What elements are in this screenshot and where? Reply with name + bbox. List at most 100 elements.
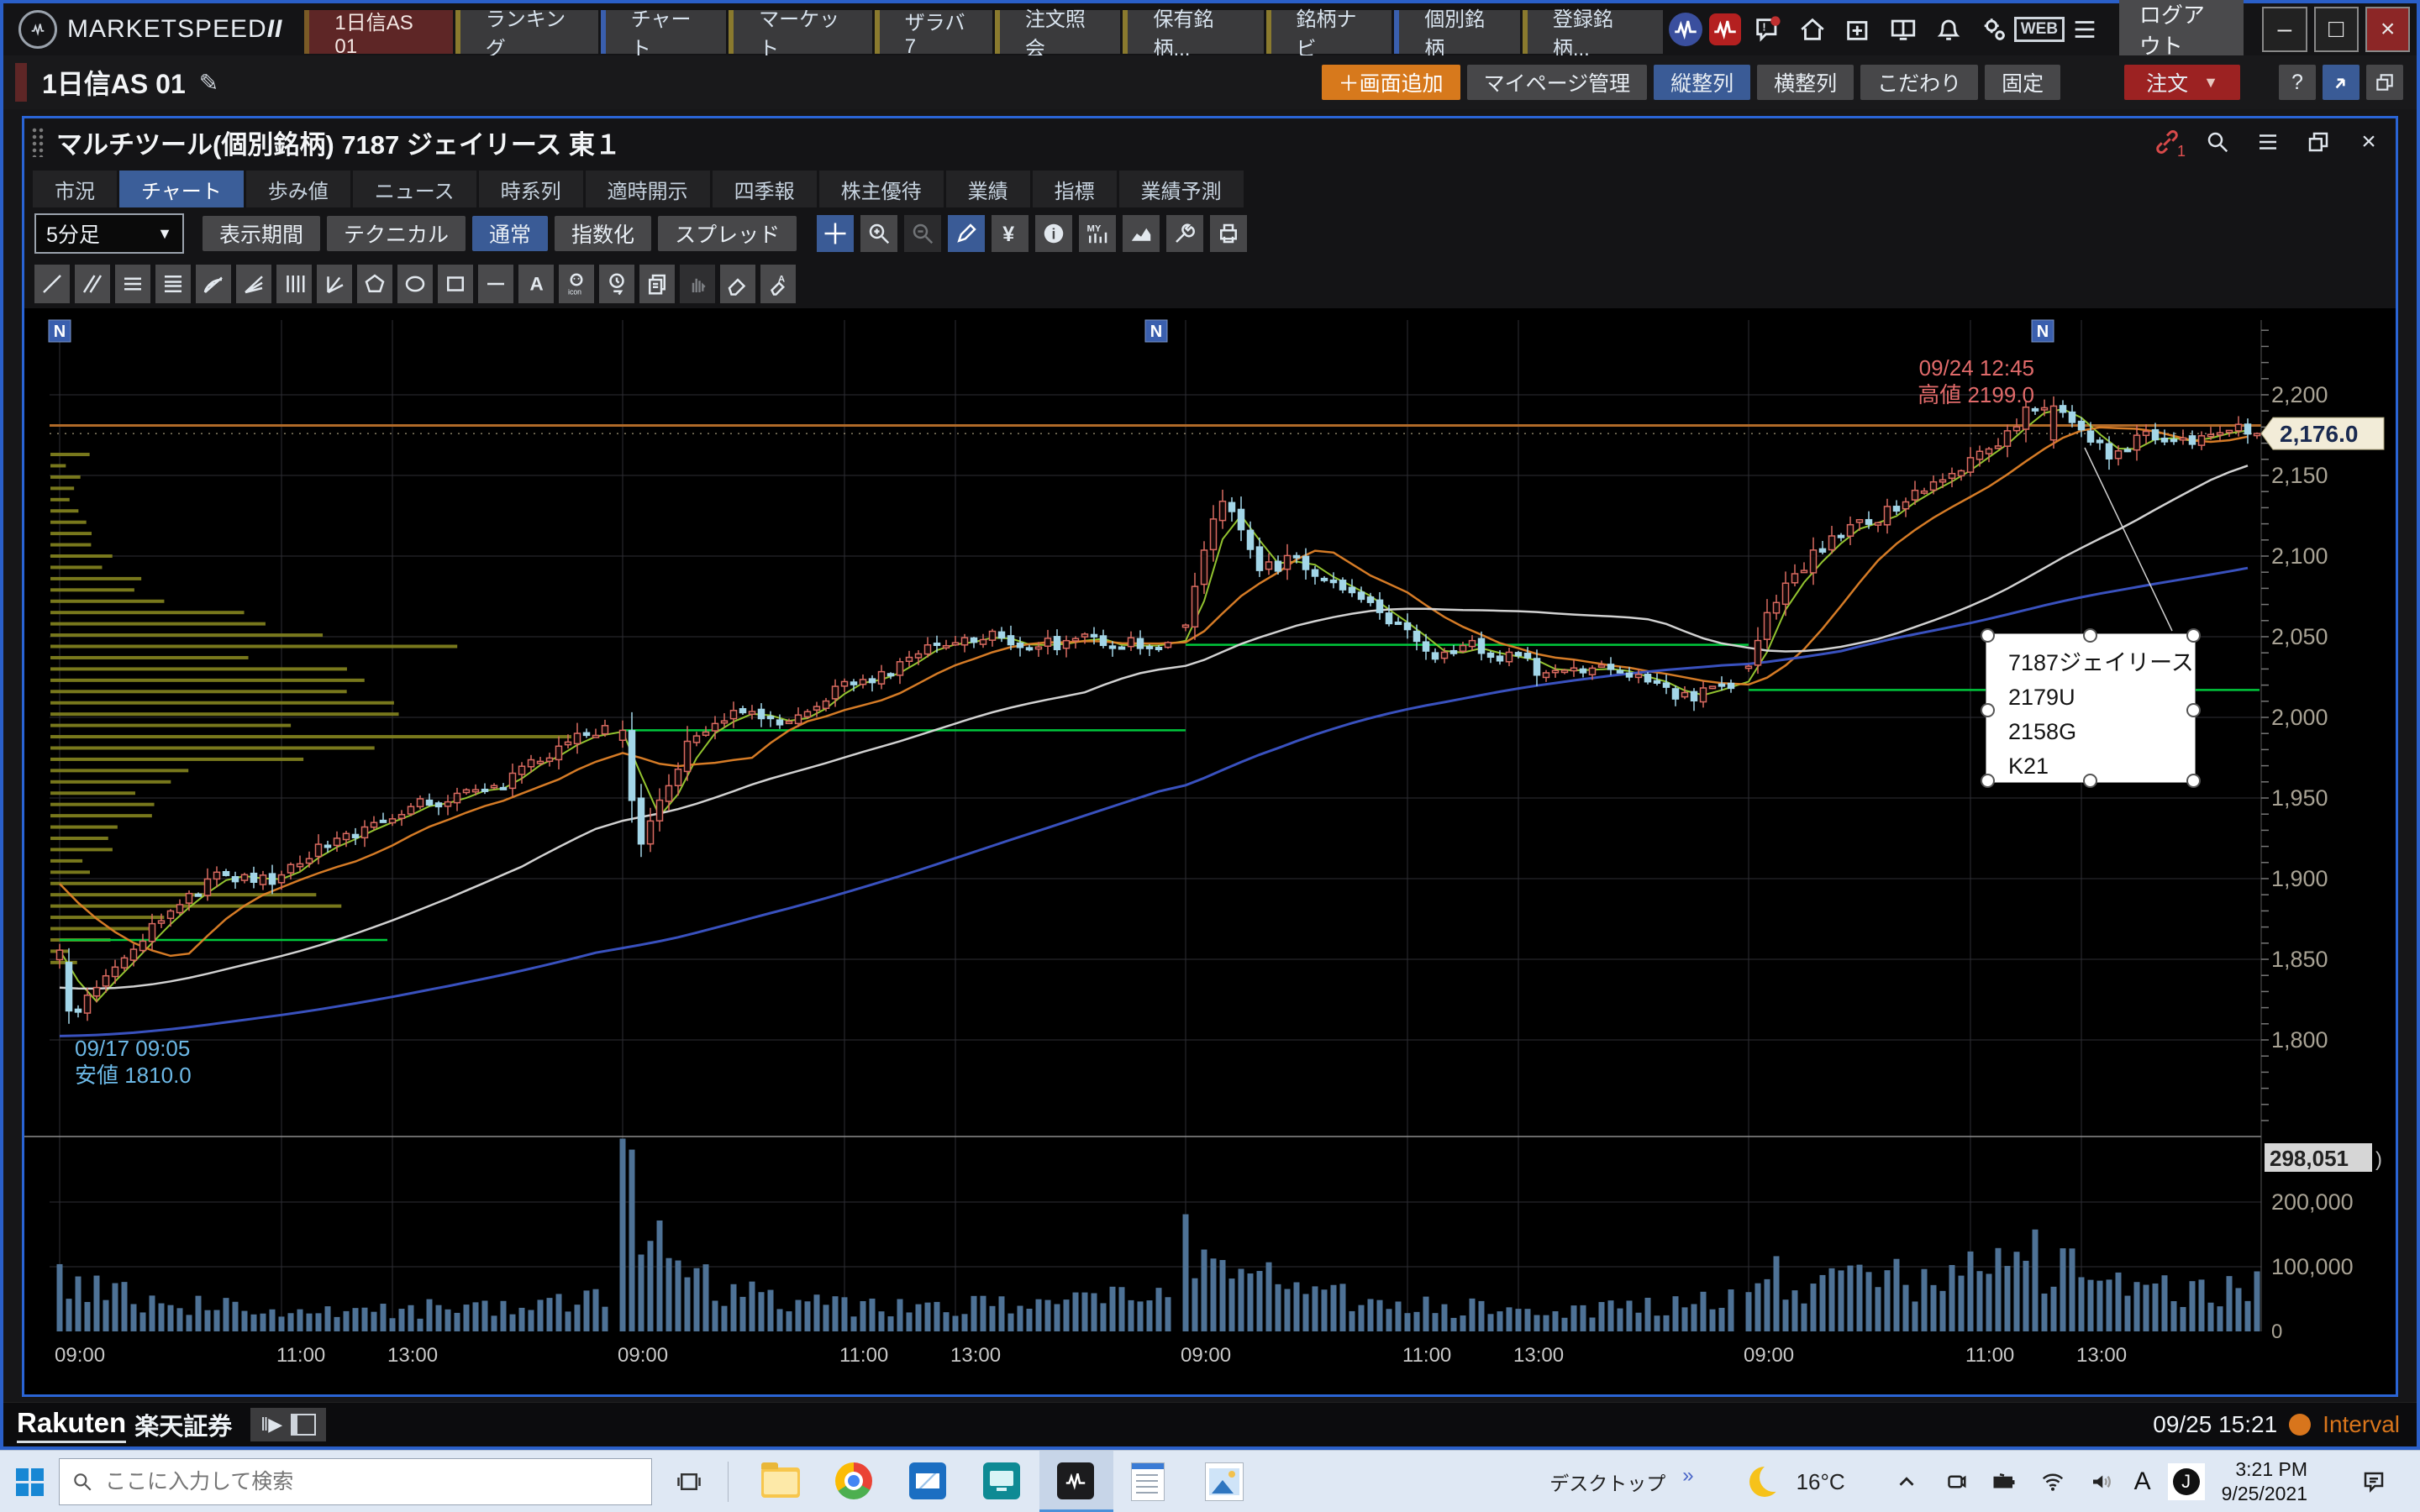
move-icon[interactable] — [680, 265, 715, 303]
hlines3-icon[interactable] — [115, 265, 150, 303]
multitool-tab[interactable]: 業績 — [946, 171, 1030, 207]
sidebar-toggle-button[interactable]: ‖▶ — [250, 1408, 326, 1441]
text-tool-icon[interactable]: A — [518, 265, 554, 303]
resize-handle[interactable] — [1981, 774, 1995, 788]
print-icon[interactable] — [1210, 215, 1247, 252]
taskbar-search[interactable] — [59, 1458, 652, 1505]
tray-battery-icon[interactable] — [1988, 1458, 2020, 1505]
bell-icon[interactable] — [1929, 10, 1968, 49]
toolbar-overflow-chevrons[interactable]: » — [1682, 1464, 1693, 1488]
task-view-button[interactable] — [666, 1458, 713, 1505]
chart-area[interactable]: 2,2002,1502,1002,0502,0001,9501,9001,850… — [24, 308, 2396, 1394]
fan-lines-icon[interactable] — [236, 265, 271, 303]
main-menu-tab[interactable]: 銘柄ナビ — [1266, 10, 1392, 54]
menu-icon[interactable] — [2065, 10, 2104, 49]
minimize-button[interactable]: – — [2262, 7, 2307, 52]
drag-handle-icon[interactable] — [31, 127, 45, 157]
resize-handle[interactable] — [2083, 774, 2097, 788]
taskbar-clock[interactable]: 3:21 PM 9/25/2021 — [2222, 1457, 2307, 1506]
resize-handle[interactable] — [2186, 774, 2201, 788]
action-center-icon[interactable] — [2358, 1458, 2390, 1505]
chrome-icon[interactable] — [818, 1451, 892, 1512]
start-button[interactable] — [0, 1451, 59, 1512]
window-popout-icon[interactable] — [2302, 125, 2335, 159]
period-dropdown[interactable]: 5分足▼ — [34, 213, 184, 254]
close-button[interactable]: × — [2365, 7, 2410, 52]
settings-icon[interactable] — [1975, 10, 2013, 49]
workspace-button[interactable]: マイページ管理 — [1467, 65, 1648, 100]
main-menu-tab[interactable]: ランキング — [455, 10, 598, 54]
toolbar-button[interactable]: スプレッド — [658, 216, 797, 251]
yen-icon[interactable]: ¥ — [992, 215, 1028, 252]
add-window-icon[interactable] — [1839, 10, 1877, 49]
crosshair-icon[interactable] — [817, 215, 854, 252]
help-button[interactable]: ? — [2279, 65, 2316, 100]
resize-handle[interactable] — [2186, 628, 2201, 643]
main-menu-tab[interactable]: チャート — [601, 10, 726, 54]
desktop-toolbar-label[interactable]: デスクトップ — [1549, 1467, 1665, 1496]
file-explorer-icon[interactable] — [744, 1451, 818, 1512]
toolbar-button[interactable]: 通常 — [472, 216, 548, 251]
notice-icon[interactable]: ! — [1748, 10, 1786, 49]
photos-icon[interactable] — [1187, 1451, 1261, 1512]
window-search-icon[interactable] — [2201, 125, 2234, 159]
chart-annotation-tooltip[interactable]: 7187ジェイリース 2179U 2158G K21 — [1986, 633, 2196, 783]
workspace-button[interactable]: こだわり — [1860, 65, 1978, 100]
fibonacci-arcs-icon[interactable] — [196, 265, 231, 303]
tray-chevron-up-icon[interactable] — [1891, 1458, 1923, 1505]
tray-wifi-icon[interactable] — [2037, 1458, 2069, 1505]
tray-volume-icon[interactable] — [2086, 1458, 2118, 1505]
speed-lines-icon[interactable] — [317, 265, 352, 303]
link-group-icon[interactable]: 1 — [2150, 125, 2184, 159]
eraser-icon[interactable] — [720, 265, 755, 303]
multitool-tab[interactable]: 指標 — [1033, 171, 1117, 207]
horizontal-segment-icon[interactable] — [478, 265, 513, 303]
multitool-tab[interactable]: ニュース — [353, 171, 476, 207]
notepad-icon[interactable] — [1113, 1451, 1187, 1512]
remote-app-icon[interactable] — [965, 1451, 1039, 1512]
main-menu-tab[interactable]: 保有銘柄... — [1123, 10, 1263, 54]
marketspeed-icon[interactable] — [1039, 1451, 1113, 1512]
workspace-button[interactable]: ＋画面追加 — [1322, 65, 1460, 100]
main-menu-tab[interactable]: マーケット — [729, 10, 872, 54]
info-icon[interactable]: i — [1035, 215, 1072, 252]
edit-workspace-icon[interactable]: ✎ — [199, 69, 218, 97]
popout-button[interactable] — [2366, 65, 2403, 100]
multitool-tab[interactable]: 市況 — [33, 171, 117, 207]
main-menu-tab[interactable]: 1日信AS 01 — [304, 10, 452, 54]
workspace-button[interactable]: 固定 — [1985, 65, 2060, 100]
app-red-icon[interactable] — [1709, 13, 1741, 45]
app-blue-icon[interactable] — [1669, 13, 1702, 46]
toolbar-button[interactable]: テクニカル — [327, 216, 466, 251]
support-button[interactable] — [2323, 65, 2360, 100]
display-icon[interactable] — [1884, 10, 1923, 49]
home-icon[interactable] — [1793, 10, 1832, 49]
toolbar-button[interactable]: 指数化 — [555, 216, 651, 251]
ime-lang-icon[interactable]: J — [2168, 1463, 2205, 1500]
trend-line-icon[interactable] — [34, 265, 70, 303]
multitool-titlebar[interactable]: マルチツール(個別銘柄) 7187 ジェイリース 東１ 1 — [24, 118, 2396, 165]
resize-handle[interactable] — [1981, 703, 1995, 717]
time-cycle-icon[interactable] — [599, 265, 634, 303]
order-button[interactable]: 注文▼ — [2124, 65, 2240, 100]
multitool-tab[interactable]: 時系列 — [479, 171, 583, 207]
copy-icon[interactable] — [639, 265, 675, 303]
zoom-out-icon[interactable] — [904, 215, 941, 252]
search-input[interactable] — [103, 1469, 577, 1495]
zoom-in-icon[interactable] — [860, 215, 897, 252]
weather-moon-icon[interactable] — [1749, 1467, 1780, 1497]
parallel-lines-icon[interactable] — [75, 265, 110, 303]
window-menu-icon[interactable] — [2251, 125, 2285, 159]
erase-all-icon[interactable]: A — [760, 265, 796, 303]
ellipse-icon[interactable] — [397, 265, 433, 303]
draw-icon[interactable] — [948, 215, 985, 252]
web-icon[interactable]: WEB — [2020, 10, 2059, 49]
multitool-tab[interactable]: 業績予測 — [1119, 171, 1244, 207]
icon-stamp-icon[interactable]: icon — [559, 265, 594, 303]
multitool-tab[interactable]: チャート — [119, 171, 244, 207]
multitool-tab[interactable]: 歩み値 — [246, 171, 350, 207]
window-close-icon[interactable]: × — [2352, 125, 2386, 159]
toolbar-button[interactable]: 表示期間 — [203, 216, 320, 251]
ime-mode-icon[interactable]: A — [2134, 1467, 2151, 1496]
resize-handle[interactable] — [1981, 628, 1995, 643]
